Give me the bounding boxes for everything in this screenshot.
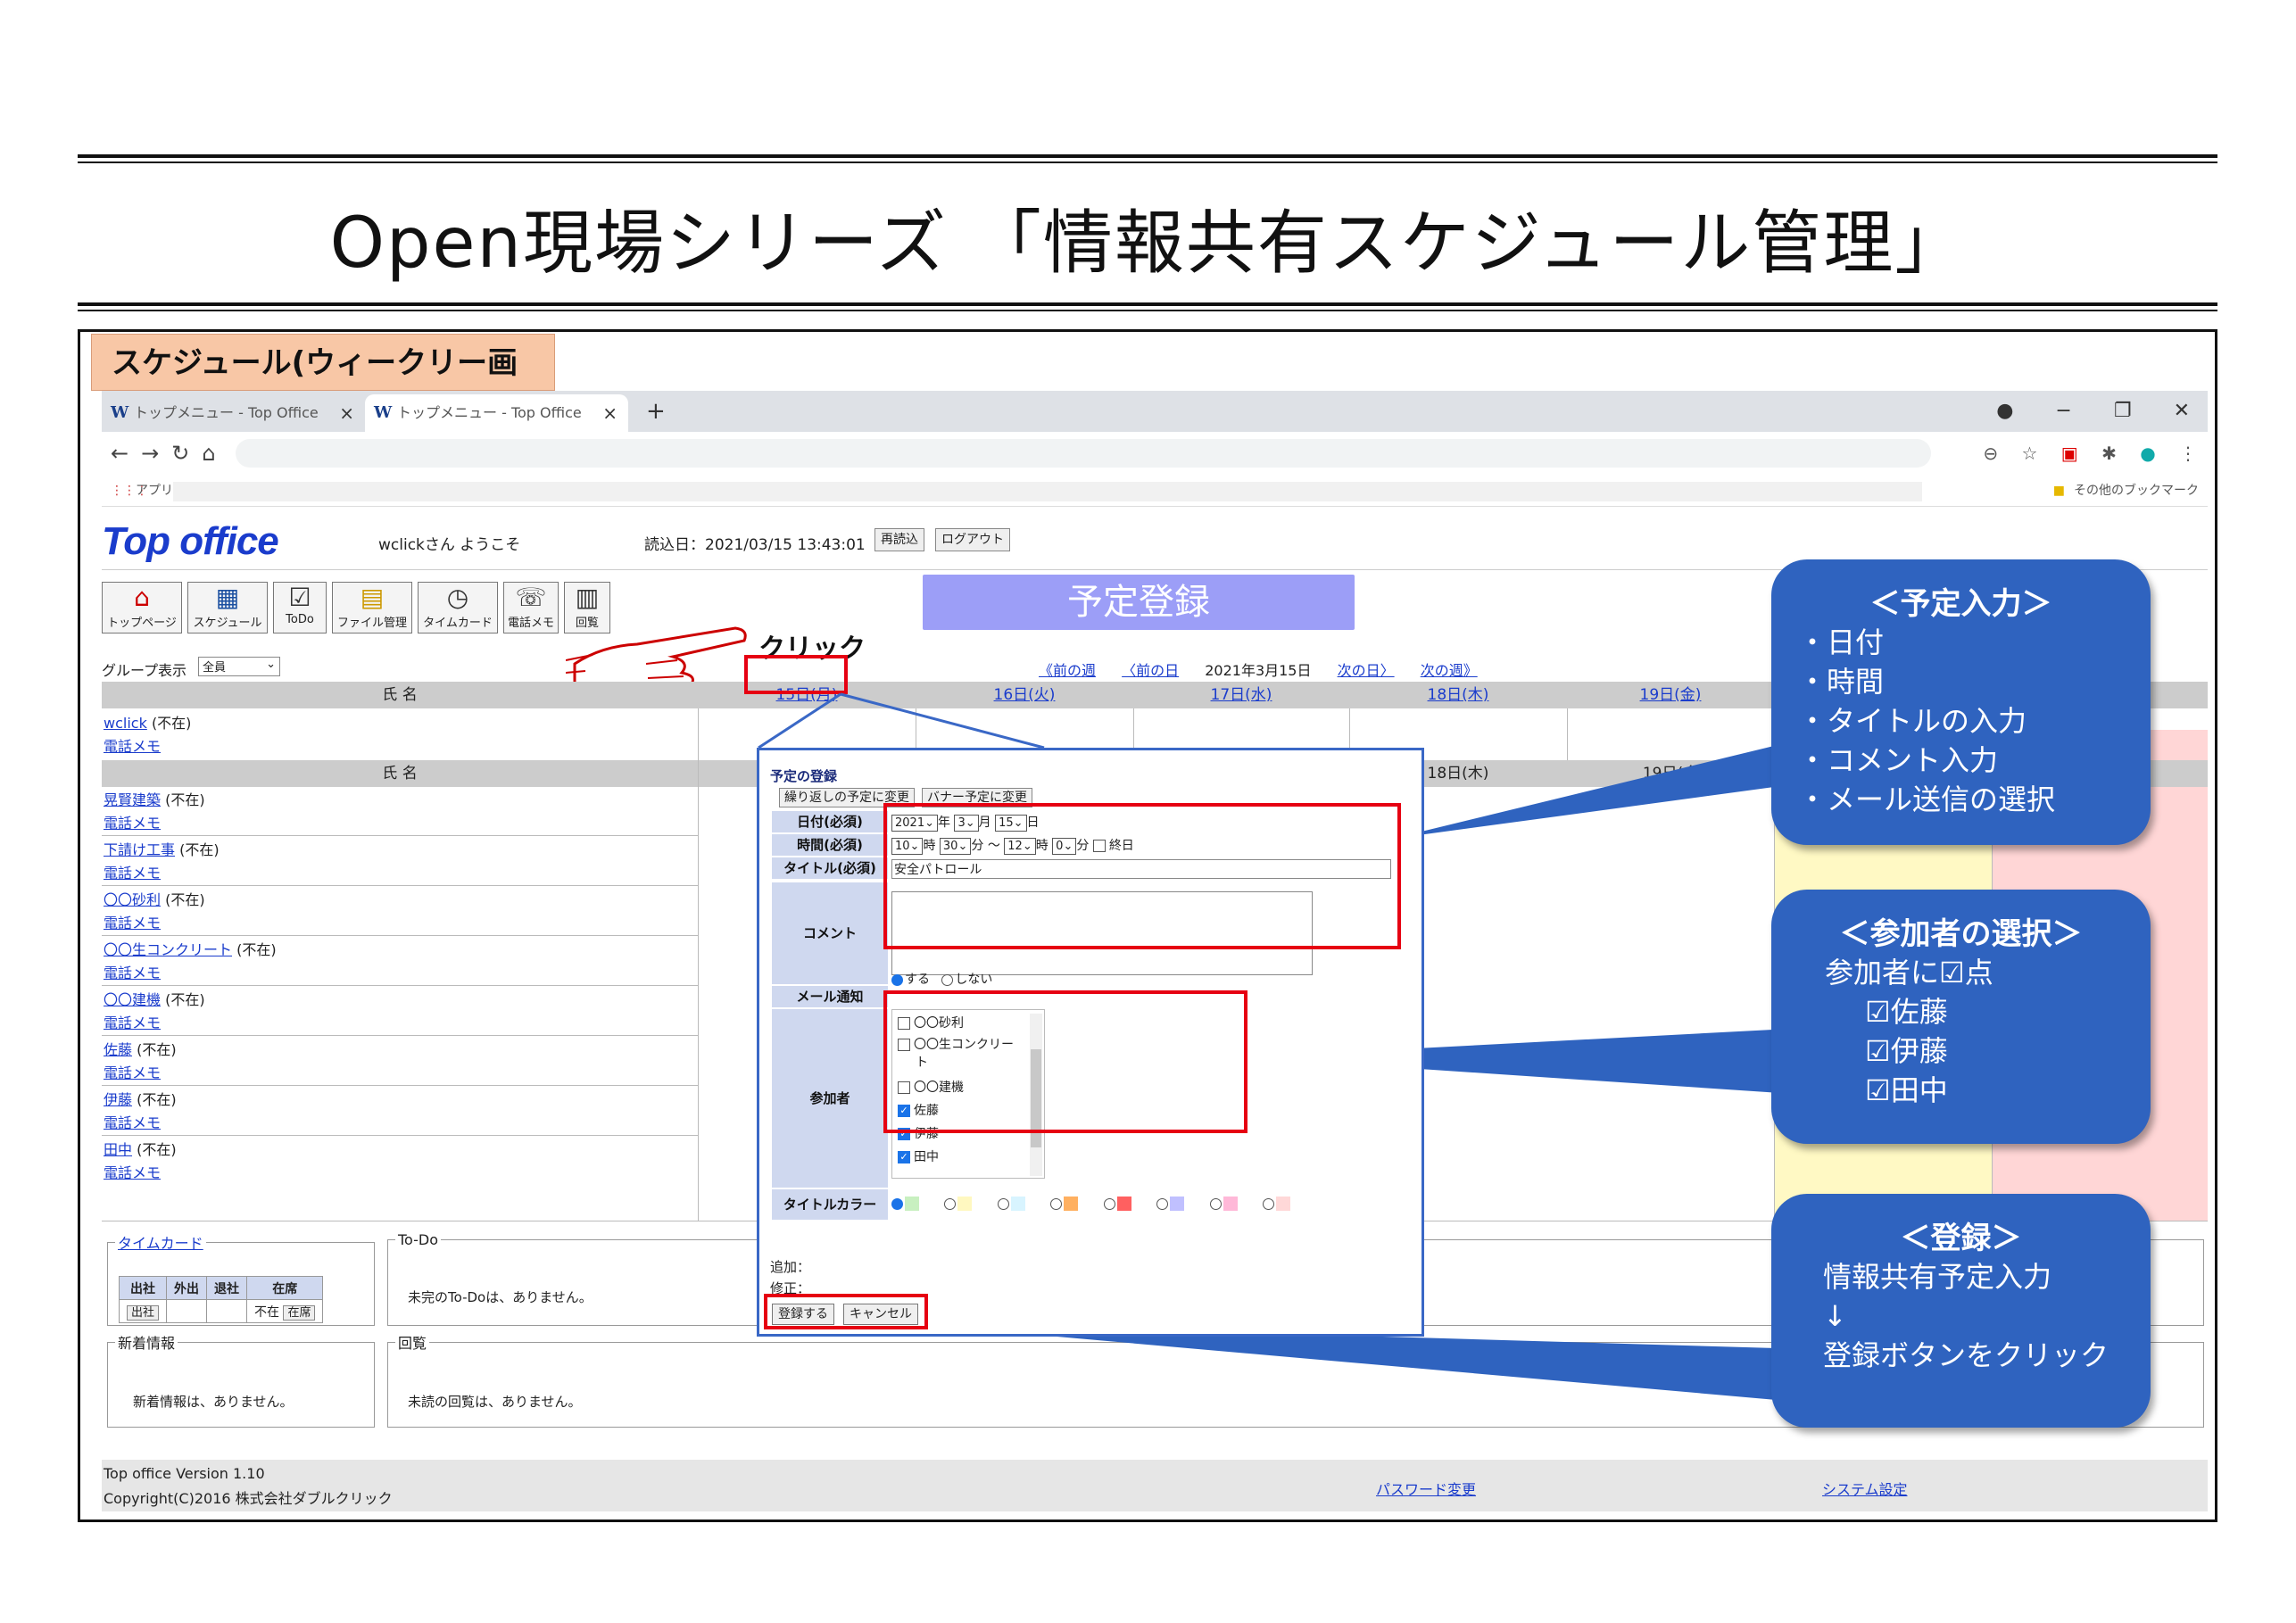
color-radio[interactable]	[1209, 1197, 1222, 1210]
callout-input: ＜予定入力＞ ・日付 ・時間 ・タイトルの入力 ・コメント入力 ・メール送信の選…	[1771, 559, 2151, 845]
callout-line: ↓	[1823, 1299, 1847, 1333]
callout-line: 情報共有予定入力	[1823, 1260, 2052, 1294]
participants-label: 参加者	[772, 1009, 888, 1188]
dialog-title: 予定の登録	[770, 768, 838, 784]
color-swatch	[1223, 1197, 1238, 1211]
color-radio[interactable]	[1156, 1197, 1169, 1210]
color-swatch	[1064, 1197, 1079, 1211]
highlight-participants	[883, 990, 1247, 1133]
mid-rule-1	[78, 302, 2217, 306]
title-label: タイトル(必須)	[772, 857, 888, 879]
participant-item-checked[interactable]: ✓ 田中	[898, 1147, 939, 1165]
callout-register: ＜登録＞ 情報共有予定入力 ↓ 登録ボタンをクリック	[1771, 1194, 2151, 1428]
top-rule-2	[78, 161, 2217, 163]
callout-participants: ＜参加者の選択＞ 参加者に☑点 ☑佐藤 ☑伊藤 ☑田中	[1771, 890, 2151, 1144]
comment-label: コメント	[772, 882, 888, 984]
callout-title: ＜登録＞	[1900, 1221, 2022, 1256]
date-label: 日付(必須)	[772, 811, 888, 832]
color-radio[interactable]	[944, 1197, 957, 1210]
highlight-input-fields	[883, 803, 1401, 949]
mail-no-radio[interactable]	[941, 973, 954, 986]
callout-title: ＜参加者の選択＞	[1839, 916, 2083, 952]
color-radio[interactable]	[891, 1197, 903, 1210]
mail-options: する しない	[891, 970, 992, 988]
mail-yes-radio[interactable]	[891, 973, 903, 986]
color-swatch	[1010, 1197, 1025, 1211]
screenshot-frame: スケジュール(ウィークリー画面) W トップメニュー - Top Office …	[78, 329, 2217, 1522]
color-radio[interactable]	[1263, 1197, 1275, 1210]
color-options	[891, 1197, 1312, 1211]
color-swatch	[1170, 1197, 1185, 1211]
callout-line: 参加者に☑点	[1825, 956, 1993, 990]
color-swatch	[1116, 1197, 1131, 1211]
color-radio[interactable]	[997, 1197, 1009, 1210]
callout-line: ・タイトルの入力	[1798, 704, 2027, 738]
color-label: タイトルカラー	[772, 1189, 888, 1220]
color-swatch	[905, 1197, 919, 1211]
mid-rule-2	[78, 310, 2217, 311]
color-swatch	[1276, 1197, 1291, 1211]
color-swatch	[957, 1197, 973, 1211]
color-radio[interactable]	[1050, 1197, 1063, 1210]
callout-line: ・メール送信の選択	[1798, 783, 2056, 816]
time-label: 時間(必須)	[772, 834, 888, 856]
mail-label: メール通知	[772, 986, 888, 1007]
callout-line: ・日付	[1798, 625, 1885, 659]
top-rule-1	[78, 154, 2217, 158]
callout-line: ☑伊藤	[1865, 1034, 1948, 1068]
added-label: 追加：	[770, 1259, 811, 1275]
callout-line: ・コメント入力	[1798, 743, 1999, 777]
slide-title: Open現場シリーズ 「情報共有スケジュール管理」	[329, 203, 1967, 284]
callout-title: ＜予定入力＞	[1869, 586, 2052, 622]
callout-line: ☑佐藤	[1865, 995, 1948, 1029]
callout-line: ☑田中	[1865, 1073, 1948, 1107]
highlight-register-buttons	[764, 1294, 928, 1329]
callout-line: ・時間	[1798, 665, 1885, 699]
color-radio[interactable]	[1103, 1197, 1115, 1210]
callout-line: 登録ボタンをクリック	[1823, 1338, 2110, 1372]
